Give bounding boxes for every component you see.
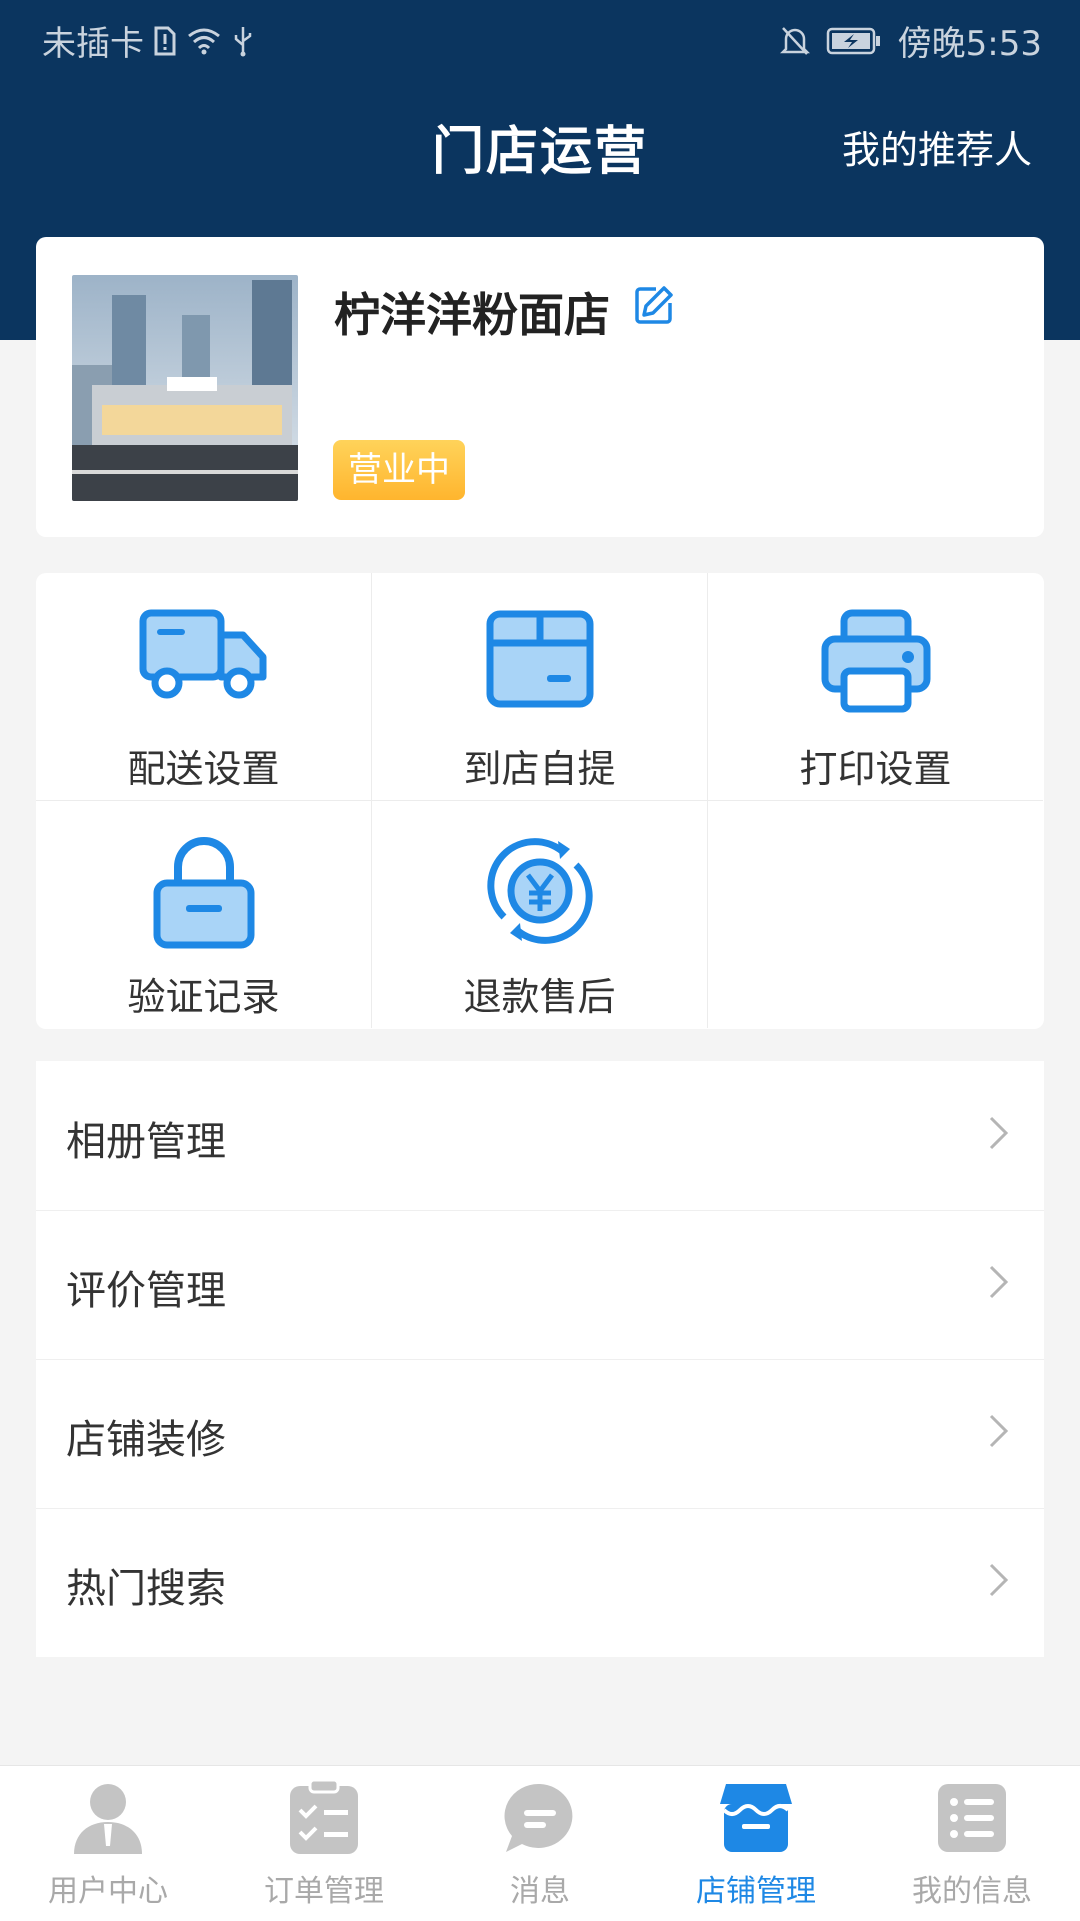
store-photo[interactable] — [72, 275, 298, 501]
service-grid: 配送设置 到店自提 打印设置 验证记录 退款售后 — [36, 573, 1044, 1029]
tab-my-info-label: 我的信息 — [912, 1874, 1032, 1909]
tab-messages-label: 消息 — [510, 1874, 570, 1909]
my-referrer-link[interactable]: 我的推荐人 — [842, 119, 1032, 174]
battery-charging-icon — [826, 26, 882, 56]
store-pickup-item[interactable]: 到店自提 — [372, 573, 708, 801]
delivery-settings-item[interactable]: 配送设置 — [36, 573, 372, 801]
tab-store-management[interactable]: 店铺管理 — [648, 1766, 864, 1921]
hot-search-row[interactable]: 热门搜索 — [36, 1508, 1044, 1657]
delivery-settings-label: 配送设置 — [127, 747, 280, 791]
message-bubble-icon — [432, 1780, 648, 1856]
chevron-right-icon — [988, 1264, 1010, 1304]
tab-user-center-label: 用户中心 — [48, 1874, 168, 1909]
clipboard-check-icon — [216, 1780, 432, 1856]
print-settings-item[interactable]: 打印设置 — [708, 573, 1043, 801]
tab-order-management-label: 订单管理 — [264, 1874, 384, 1909]
store-name: 柠洋洋粉面店 — [334, 288, 610, 342]
album-management-row[interactable]: 相册管理 — [36, 1061, 1044, 1211]
album-management-label: 相册管理 — [66, 1119, 226, 1165]
carrier-text: 未插卡 — [42, 24, 144, 64]
delivery-truck-icon — [36, 609, 371, 704]
review-management-row[interactable]: 评价管理 — [36, 1210, 1044, 1360]
list-icon — [864, 1780, 1080, 1856]
verification-records-item[interactable]: 验证记录 — [36, 801, 372, 1028]
chevron-right-icon — [988, 1562, 1010, 1602]
refund-aftersale-label: 退款售后 — [463, 975, 616, 1019]
refund-yen-icon — [372, 837, 707, 945]
open-status-badge: 营业中 — [333, 440, 465, 500]
tab-messages[interactable]: 消息 — [432, 1766, 648, 1921]
lock-icon — [36, 837, 371, 949]
box-icon — [372, 609, 707, 709]
notifications-off-icon — [779, 25, 810, 57]
title-bar: 门店运营 我的推荐人 — [0, 95, 1080, 185]
verification-records-label: 验证记录 — [127, 975, 280, 1019]
print-settings-label: 打印设置 — [799, 747, 952, 791]
store-pickup-label: 到店自提 — [463, 747, 616, 791]
store-card: 柠洋洋粉面店 营业中 — [36, 237, 1044, 537]
bottom-tab-bar: 用户中心 订单管理 消息 店铺管理 我的信息 — [0, 1765, 1080, 1921]
sim-alert-icon — [154, 26, 176, 56]
store-decoration-row[interactable]: 店铺装修 — [36, 1359, 1044, 1509]
tab-store-management-label: 店铺管理 — [696, 1874, 816, 1909]
edit-icon[interactable] — [634, 285, 674, 329]
chevron-right-icon — [988, 1413, 1010, 1453]
review-management-label: 评价管理 — [66, 1268, 226, 1314]
menu-list: 相册管理 评价管理 店铺装修 热门搜索 — [36, 1061, 1044, 1657]
usb-icon — [232, 25, 254, 57]
status-bar: 未插卡 傍晚5:53 — [0, 0, 1080, 75]
printer-icon — [708, 609, 1043, 713]
chevron-right-icon — [988, 1115, 1010, 1155]
hot-search-label: 热门搜索 — [66, 1566, 226, 1612]
tab-user-center[interactable]: 用户中心 — [0, 1766, 216, 1921]
wifi-icon — [186, 26, 222, 56]
clock-text: 傍晚5:53 — [897, 24, 1042, 64]
store-decoration-label: 店铺装修 — [66, 1417, 226, 1463]
store-icon — [648, 1780, 864, 1856]
tab-my-info[interactable]: 我的信息 — [864, 1766, 1080, 1921]
tab-order-management[interactable]: 订单管理 — [216, 1766, 432, 1921]
refund-aftersale-item[interactable]: 退款售后 — [372, 801, 708, 1028]
user-icon — [0, 1780, 216, 1856]
